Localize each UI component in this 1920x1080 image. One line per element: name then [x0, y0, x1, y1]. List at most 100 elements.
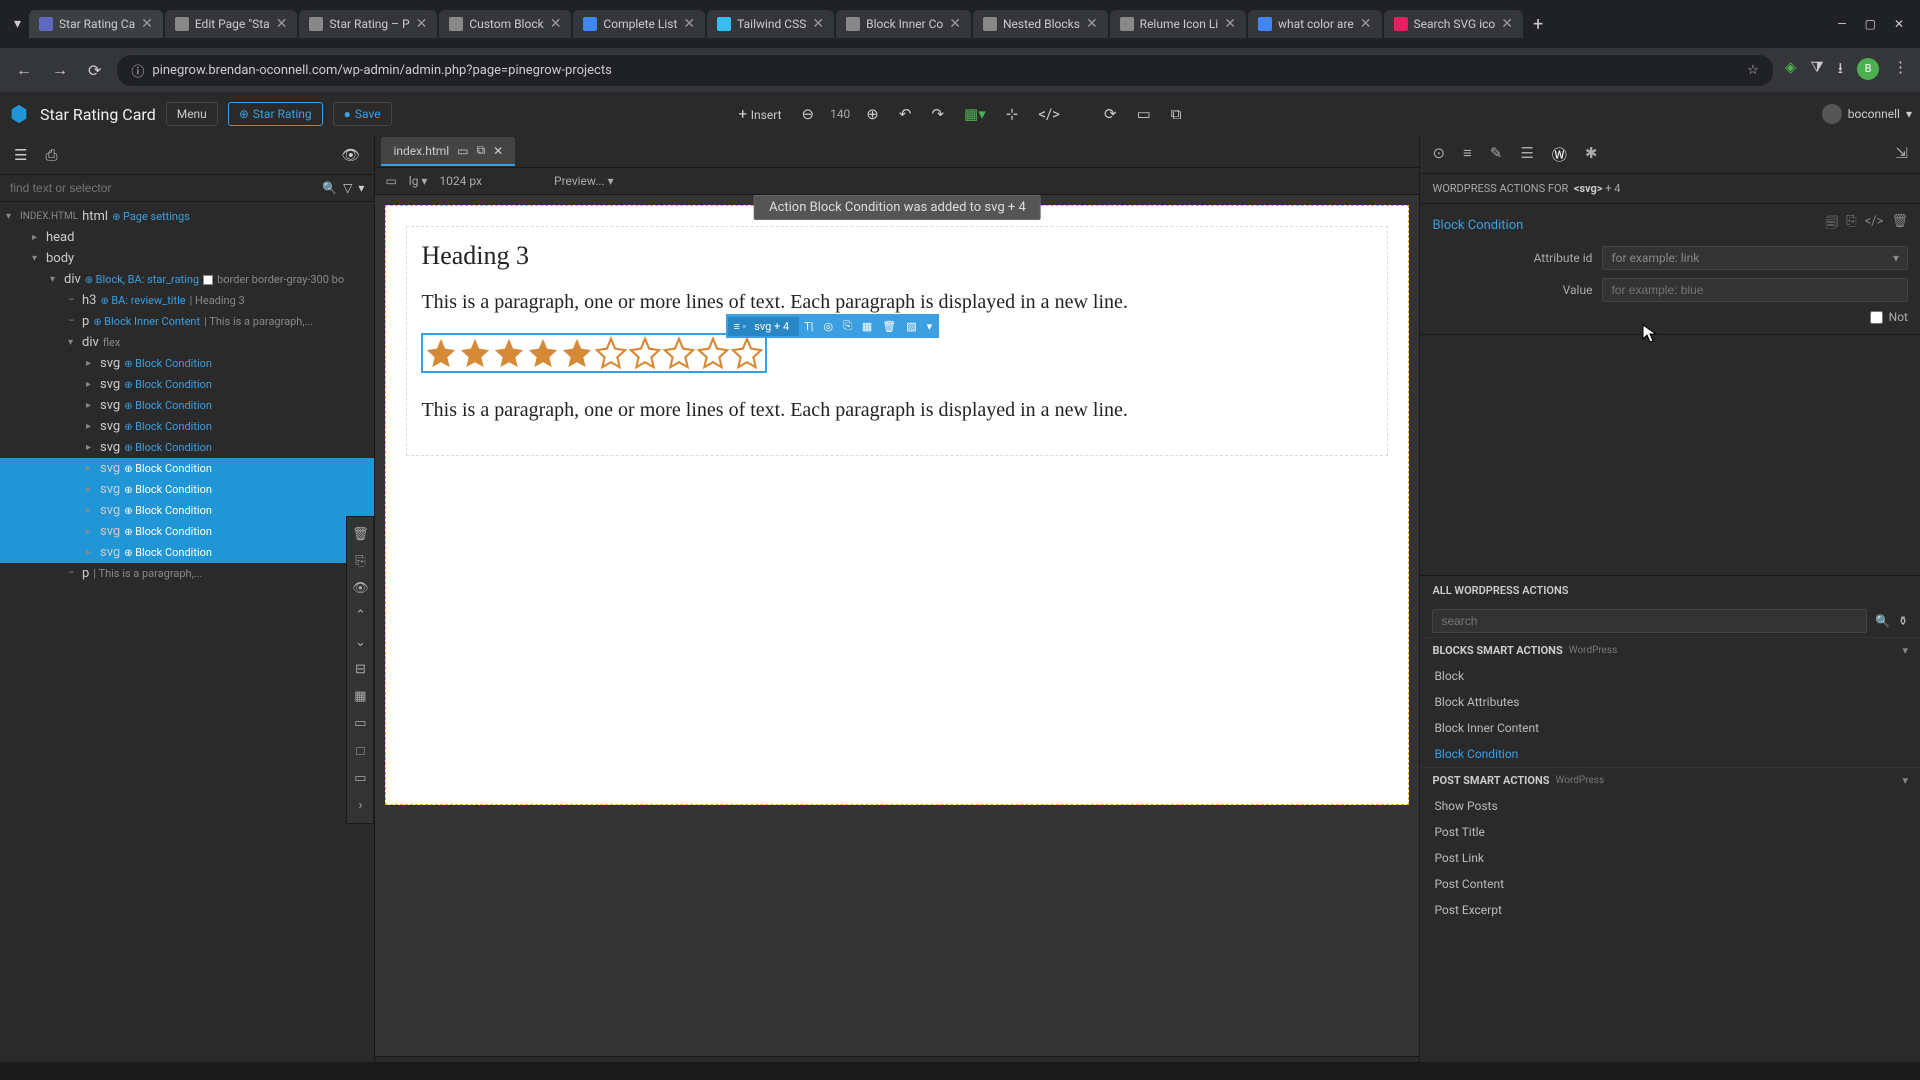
extension1-icon[interactable]: ◈	[1785, 58, 1797, 83]
browser-tab[interactable]: Nested Blocks✕	[973, 10, 1108, 38]
star-filled-icon[interactable]	[458, 336, 492, 370]
star-rating-button[interactable]: ⊕ Star Rating	[228, 102, 323, 126]
wp-action-item[interactable]: Block Attributes	[1420, 689, 1920, 715]
tree-svg-row[interactable]: ▸svg Block Condition	[0, 437, 374, 458]
star-filled-icon[interactable]	[526, 336, 560, 370]
tree-svg-row[interactable]: ▸svg Block Condition	[0, 416, 374, 437]
browser-tab[interactable]: Tailwind CSS✕	[707, 10, 834, 38]
doc-tab[interactable]: index.html ▭ ⧉ ✕	[381, 137, 515, 166]
panel-menu-icon[interactable]: ☰	[10, 142, 31, 168]
tab-close-icon[interactable]: ✕	[812, 16, 824, 32]
wp-section-header[interactable]: POST SMART ACTIONS WordPress▾	[1420, 767, 1920, 793]
search-icon[interactable]: 🔍	[1875, 614, 1890, 628]
value-input[interactable]	[1602, 278, 1908, 302]
rp-tab-sliders-icon[interactable]: ≡	[1461, 142, 1474, 167]
vt-panel-icon[interactable]: ▭	[347, 710, 373, 737]
wp-action-item[interactable]: Post Excerpt	[1420, 897, 1920, 923]
viewport-icon[interactable]: ▭	[385, 174, 396, 188]
card-block[interactable]: Heading 3 This is a paragraph, one or mo…	[406, 226, 1388, 456]
sel-text-icon[interactable]: T|	[799, 317, 818, 336]
tree-svg-row[interactable]: ▸svg Block Condition	[0, 458, 374, 479]
url-input[interactable]: ⓘ pinegrow.brendan-oconnell.com/wp-admin…	[117, 55, 1772, 86]
wp-action-item[interactable]: Block	[1420, 663, 1920, 689]
tab-close-icon[interactable]: ✕	[1360, 16, 1372, 32]
paragraph-1[interactable]: This is a paragraph, one or more lines o…	[421, 289, 1373, 315]
wp-action-item[interactable]: Post Content	[1420, 871, 1920, 897]
doc-tab-external-icon[interactable]: ⧉	[477, 143, 486, 158]
tab-close-icon[interactable]: ✕	[550, 16, 562, 32]
forward-button[interactable]: →	[48, 56, 72, 84]
rp-tab-pointer-icon[interactable]: ⊙	[1430, 142, 1447, 167]
refresh-button[interactable]: ⟳	[1100, 101, 1121, 127]
star-outline-icon[interactable]	[696, 336, 730, 370]
browser-preview-button[interactable]: ▭	[1133, 101, 1155, 127]
browser-tab[interactable]: Star Rating Ca✕	[29, 10, 163, 38]
tree-p1[interactable]: –p Block Inner Content | This is a parag…	[0, 311, 374, 332]
tree-svg-row[interactable]: ▸svg Block Condition	[0, 542, 374, 563]
user-menu[interactable]: boconnell ▾	[1822, 104, 1912, 124]
star-outline-icon[interactable]	[662, 336, 696, 370]
zoom-out-button[interactable]: ⊖	[797, 101, 818, 127]
vt-eye-icon[interactable]: 👁	[347, 575, 373, 602]
actions-search-input[interactable]	[1432, 609, 1867, 633]
tree-div-flex[interactable]: ▾div flex	[0, 332, 374, 353]
tab-close-icon[interactable]: ✕	[141, 16, 153, 32]
wp-action-item[interactable]: Post Link	[1420, 845, 1920, 871]
chevron-down-icon[interactable]: ▾	[358, 181, 364, 195]
rp-tab-wordpress-icon[interactable]: Ⓦ	[1550, 142, 1569, 167]
vt-box-icon[interactable]: □	[347, 737, 373, 765]
panel-eye-icon[interactable]: 👁	[337, 142, 364, 168]
sel-hatch-icon[interactable]: ▨	[901, 317, 921, 336]
rp-tab-bug-icon[interactable]: ✱	[1583, 142, 1600, 167]
save-button[interactable]: ● Save	[333, 102, 392, 126]
canvas[interactable]: Heading 3 This is a paragraph, one or mo…	[385, 205, 1409, 805]
zoom-in-button[interactable]: ⊕	[862, 101, 883, 127]
doc-tab-icon[interactable]: ▭	[457, 144, 468, 158]
tab-close-icon[interactable]: ✕	[1501, 16, 1513, 32]
wp-action-item[interactable]: Show Posts	[1420, 793, 1920, 819]
sel-more-icon[interactable]: ▾	[922, 317, 938, 336]
preview-select[interactable]: Preview... ▾	[554, 174, 614, 188]
attr-id-select[interactable]: for example: link ▾	[1602, 246, 1908, 270]
tree-search-input[interactable]	[10, 181, 316, 195]
action-trash-icon[interactable]: 🗑	[1891, 214, 1908, 236]
star-outline-icon[interactable]	[730, 336, 764, 370]
downloads-icon[interactable]: ⭳	[1838, 58, 1843, 83]
vt-trash-icon[interactable]: 🗑	[347, 521, 373, 548]
rp-tab-list-icon[interactable]: ☰	[1518, 142, 1535, 167]
wp-action-item[interactable]: Post Title	[1420, 819, 1920, 845]
doc-tab-close-icon[interactable]: ✕	[493, 144, 503, 158]
tab-close-icon[interactable]: ✕	[416, 16, 428, 32]
browser-tab[interactable]: Star Rating – P✕	[299, 10, 437, 38]
wp-section-header[interactable]: BLOCKS SMART ACTIONS WordPress▾	[1420, 637, 1920, 663]
sel-target-icon[interactable]: ◎	[818, 317, 838, 336]
browser-tab[interactable]: Complete List✕	[573, 10, 705, 38]
browser-tab[interactable]: Block Inner Co✕	[836, 10, 971, 38]
maximize-button[interactable]: ▢	[1865, 17, 1876, 31]
rp-tab-expand-icon[interactable]: ⇲	[1893, 142, 1910, 167]
vt-align-icon[interactable]: ⊟	[347, 656, 373, 683]
vt-rect-icon[interactable]: ▭	[347, 765, 373, 792]
action-title[interactable]: Block Condition	[1432, 218, 1523, 233]
filter-icon[interactable]: ▽	[343, 181, 352, 195]
search-icon[interactable]: 🔍	[322, 181, 337, 195]
site-info-icon[interactable]: ⓘ	[131, 61, 144, 80]
new-tab-button[interactable]: +	[1525, 10, 1551, 39]
reload-button[interactable]: ⟳	[84, 57, 105, 84]
tab-close-icon[interactable]: ✕	[276, 16, 288, 32]
browser-tab[interactable]: Search SVG ico✕	[1384, 10, 1523, 38]
tree-h3[interactable]: –h3 BA: review_title | Heading 3	[0, 290, 374, 311]
filter-icon[interactable]: ⚱	[1898, 614, 1908, 628]
insert-button[interactable]: + Insert	[735, 101, 786, 127]
undo-button[interactable]: ↶	[895, 101, 916, 127]
tree-div-block[interactable]: ▾div Block, BA: star_rating border borde…	[0, 269, 374, 290]
tree-root[interactable]: ▾ INDEX.HTML html Page settings	[0, 206, 374, 227]
vt-more-icon[interactable]: ›	[347, 792, 373, 819]
paragraph-2[interactable]: This is a paragraph, one or more lines o…	[421, 397, 1373, 423]
back-button[interactable]: ←	[12, 56, 36, 84]
vt-down-icon[interactable]: ⌄	[347, 629, 373, 656]
sel-grid-icon[interactable]: ▦	[857, 317, 877, 336]
layout-button[interactable]: ▦▾	[960, 101, 990, 127]
action-doc-icon[interactable]: 🗐	[1825, 214, 1838, 236]
sel-copy-icon[interactable]: ⎘	[838, 316, 857, 336]
